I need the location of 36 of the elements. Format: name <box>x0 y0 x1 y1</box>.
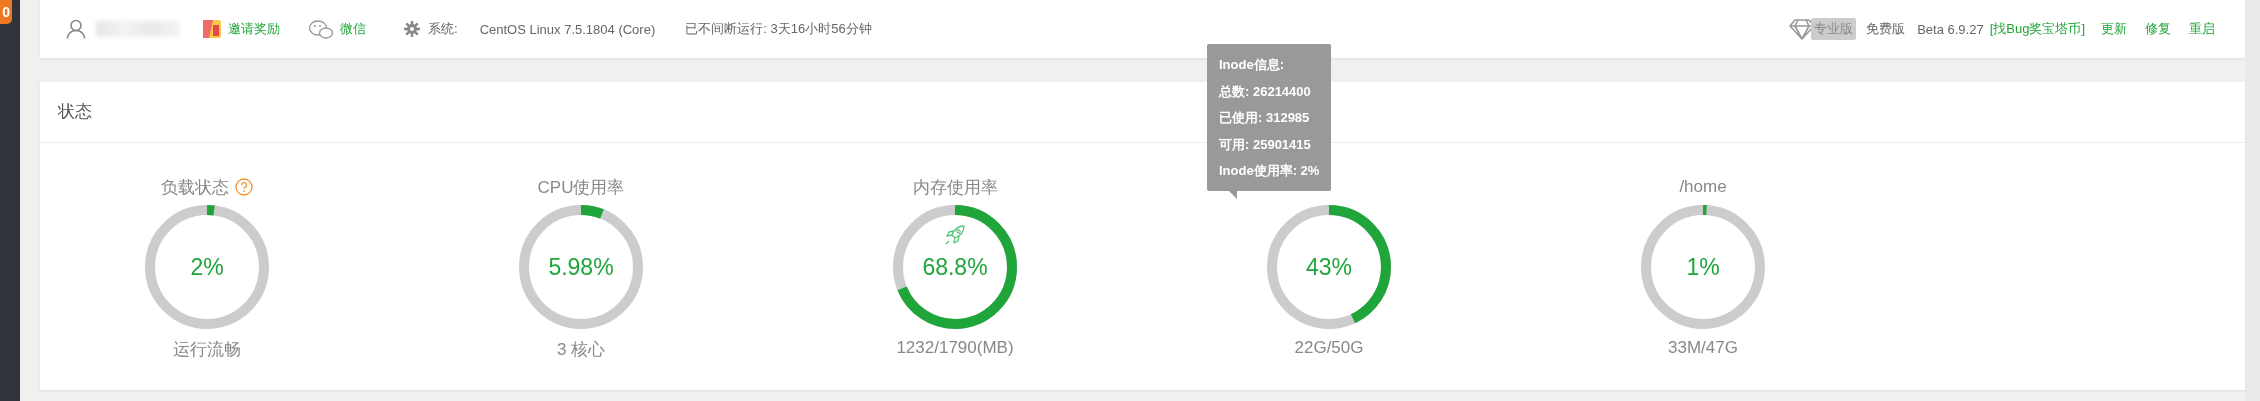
link[interactable]: 微信 <box>340 20 366 38</box>
tooltip-line: 总数: 26214400 <box>1219 82 1312 101</box>
action-link[interactable]: 重启 <box>2189 20 2215 38</box>
gauge-value: 43% <box>1305 253 1352 281</box>
system-value: CentOS Linux 7.5.1804 (Core) <box>479 21 656 37</box>
version-text: Beta 6.9.27 <box>1917 21 1984 37</box>
gauge-title: CPU使用率 <box>537 176 625 199</box>
gauge-value: 68.8% <box>922 253 988 281</box>
system-label: 系统: <box>428 20 458 38</box>
gauge-value: 5.98% <box>548 253 614 281</box>
gauge-value: 2% <box>190 253 224 281</box>
link[interactable]: 邀请奖励 <box>228 20 280 38</box>
action-link[interactable]: 修复 <box>2145 20 2171 38</box>
gauge-title: 内存使用率 <box>912 176 998 199</box>
edition-text: 免费版 <box>1866 20 1906 38</box>
wechat-icon <box>308 19 334 39</box>
notification-badge: 0 <box>0 0 12 24</box>
tooltip-line: Inode使用率: 2% <box>1219 162 1320 180</box>
gear-icon <box>404 21 420 37</box>
user-icon <box>66 19 86 39</box>
gift-icon <box>202 19 222 39</box>
action-link[interactable]: 更新 <box>2101 20 2127 38</box>
tooltip-line: 可用: 25901415 <box>1219 135 1312 154</box>
tooltip-line: 已使用: 312985 <box>1219 109 1311 127</box>
tooltip-line: Inode信息: <box>1219 56 1285 74</box>
gauge-title: 负载状态 <box>161 176 229 199</box>
pro-badge: 专业版 <box>1811 18 1857 40</box>
bug-bounty-link[interactable]: [找Bug奖宝塔币] <box>1989 20 2085 38</box>
gauge-detail: 1232/1790(MB) <box>896 338 1014 358</box>
gauge-detail: 运行流畅 <box>173 339 241 361</box>
gauge-detail: 33M/47G <box>1668 338 1738 358</box>
uptime-text: 已不间断运行: 3天16小时56分钟 <box>685 20 872 38</box>
gauge-detail: 22G/50G <box>1294 338 1364 358</box>
gauge-value: 1% <box>1686 253 1720 281</box>
gauge-detail: 3 核心 <box>556 339 606 361</box>
gauge-title: /home <box>1679 177 1727 197</box>
